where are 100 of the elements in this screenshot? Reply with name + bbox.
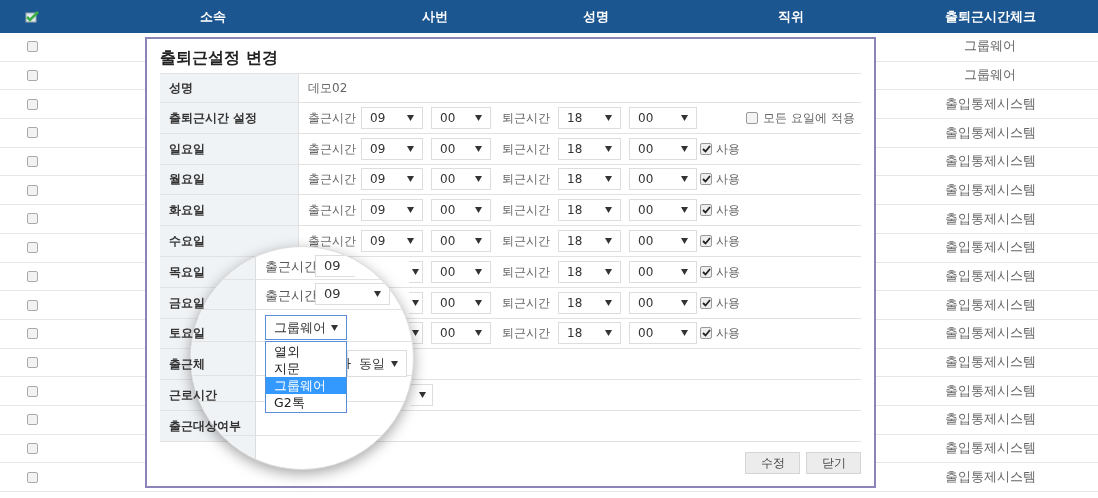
row-checkbox[interactable] (26, 299, 38, 311)
row-label: 화요일 (169, 202, 205, 220)
dropdown-arrow-icon (331, 324, 338, 331)
use-checkbox[interactable] (700, 173, 712, 186)
table-cell-text: 출입통제시스템 (943, 439, 1037, 458)
minute-select[interactable]: 00 (629, 322, 697, 345)
row-checkbox[interactable] (26, 127, 38, 139)
dropdown-select[interactable]: ㅏ 동일 (347, 350, 407, 377)
table-cell-text: 그룹웨어 (963, 66, 1017, 85)
table-cell-text: 출입통제시스템 (943, 266, 1037, 285)
row-checkbox[interactable] (26, 328, 38, 340)
dialog-button[interactable]: 닫기 (806, 451, 861, 474)
row-checkbox[interactable] (26, 356, 38, 368)
row-checkbox[interactable] (26, 471, 38, 483)
row-checkbox[interactable] (26, 414, 38, 426)
dropdown-arrow-icon (475, 330, 482, 337)
select-edge[interactable] (409, 260, 423, 283)
row-checkbox[interactable] (26, 41, 38, 53)
hour-select[interactable]: 09 (361, 168, 423, 191)
dropdown-arrow-icon (407, 207, 414, 214)
hour-select[interactable]: 18 (558, 106, 621, 129)
hour-select[interactable]: 09 (361, 137, 423, 160)
dropdown-arrow-icon (407, 238, 414, 245)
row-label: 토요일 (169, 325, 205, 343)
use-checkbox[interactable] (700, 296, 712, 309)
dropdown-arrow-icon (681, 176, 688, 183)
row-checkbox[interactable] (26, 242, 38, 254)
field-label: 퇴근시간 (502, 325, 550, 343)
minute-select[interactable]: 00 (629, 230, 697, 253)
dropdown-arrow-icon (391, 360, 398, 367)
apply-all-checkbox[interactable] (746, 111, 759, 124)
use-checkbox[interactable] (700, 265, 712, 278)
dropdown-arrow-icon (605, 238, 612, 245)
hour-select[interactable]: 18 (558, 260, 621, 283)
field-label: 퇴근시간 (502, 109, 550, 127)
column-header: 출퇴근시간체크 (943, 7, 1037, 26)
row-label: 성명 (169, 80, 193, 97)
use-checkbox[interactable] (700, 142, 712, 155)
minute-select[interactable]: 00 (431, 199, 491, 222)
hour-field[interactable]: 09 (315, 255, 355, 277)
minute-select[interactable]: 00 (629, 106, 697, 129)
minute-select[interactable]: 00 (431, 137, 491, 160)
dropdown-option[interactable]: G2톡 (266, 394, 346, 411)
table-cell-text: 출입통제시스템 (943, 324, 1037, 343)
column-header: 사번 (421, 7, 449, 26)
hour-select[interactable]: 09 (361, 106, 423, 129)
dropdown-arrow-icon (374, 291, 381, 297)
dropdown-arrow-icon (475, 176, 482, 183)
hour-select[interactable]: 18 (558, 137, 621, 160)
minute-select[interactable]: 00 (431, 168, 491, 191)
minute-select[interactable]: 00 (629, 199, 697, 222)
table-cell-text: 출입통제시스템 (943, 238, 1037, 257)
dialog-button[interactable]: 수정 (745, 451, 800, 474)
hour-select[interactable]: 09 (361, 230, 423, 253)
dropdown-arrow-icon (412, 268, 419, 275)
dropdown-arrow-icon (475, 238, 482, 245)
dropdown-arrow-icon (681, 114, 688, 121)
minute-select[interactable]: 00 (629, 137, 697, 160)
hour-select[interactable]: 18 (558, 230, 621, 253)
minute-select[interactable]: 00 (431, 230, 491, 253)
minute-select[interactable]: 00 (431, 322, 491, 345)
field-label: 퇴근시간 (502, 263, 550, 281)
use-checkbox[interactable] (700, 235, 712, 248)
minute-select[interactable]: 00 (431, 291, 491, 314)
row-checkbox[interactable] (26, 442, 38, 454)
use-checkbox[interactable] (700, 204, 712, 217)
dialog-title: 출퇴근설정 변경 (160, 47, 279, 69)
table-cell-text: 출입통제시스템 (943, 467, 1037, 486)
row-checkbox[interactable] (26, 98, 38, 110)
dropdown-arrow-icon (681, 299, 688, 306)
row-checkbox[interactable] (26, 156, 38, 168)
hour-select[interactable]: 18 (558, 322, 621, 345)
hour-select[interactable]: 09 (315, 283, 390, 305)
hour-select[interactable]: 18 (558, 168, 621, 191)
minute-select[interactable]: 00 (431, 106, 491, 129)
table-cell-text: 출입통제시스템 (943, 295, 1037, 314)
dropdown-select[interactable]: 그룹웨어 (265, 315, 347, 340)
select-edge[interactable] (411, 384, 433, 407)
minute-select[interactable]: 00 (629, 168, 697, 191)
use-checkbox[interactable] (700, 327, 712, 340)
checkbox-label: 사용 (716, 294, 740, 312)
dropdown-arrow-icon (475, 207, 482, 214)
row-checkbox[interactable] (26, 385, 38, 397)
minute-select[interactable]: 00 (431, 260, 491, 283)
row-checkbox[interactable] (26, 70, 38, 82)
row-checkbox[interactable] (26, 213, 38, 225)
dropdown-option[interactable]: 지문 (266, 360, 346, 377)
table-cell-text: 출입통제시스템 (943, 381, 1037, 400)
hour-select[interactable]: 18 (558, 291, 621, 314)
hour-select[interactable]: 18 (558, 199, 621, 222)
check-all-icon[interactable] (25, 10, 39, 23)
row-label: 출퇴근시간 설정 (169, 109, 258, 127)
hour-select[interactable]: 09 (361, 199, 423, 222)
dropdown-arrow-icon (605, 299, 612, 306)
minute-select[interactable]: 00 (629, 260, 697, 283)
minute-select[interactable]: 00 (629, 291, 697, 314)
dropdown-option[interactable]: 열외 (266, 343, 346, 360)
select-edge[interactable] (409, 291, 423, 314)
row-checkbox[interactable] (26, 184, 38, 196)
row-checkbox[interactable] (26, 270, 38, 282)
